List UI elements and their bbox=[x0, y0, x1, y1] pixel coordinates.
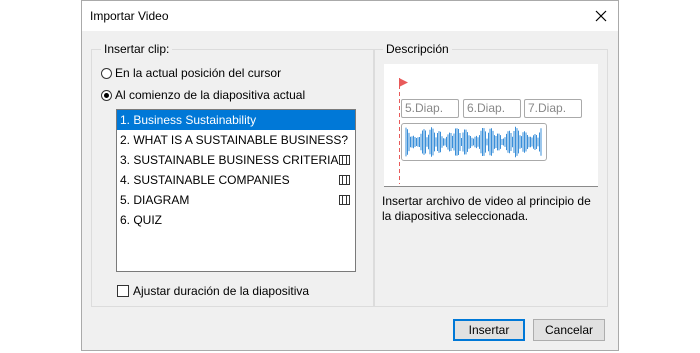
radio-button[interactable] bbox=[101, 89, 112, 101]
insert-button[interactable]: Insertar bbox=[453, 319, 525, 341]
slide-list-item[interactable]: 5. DIAGRAM bbox=[117, 190, 355, 210]
slide-list[interactable]: 1. Business Sustainability 2. WHAT IS A … bbox=[116, 109, 356, 272]
slide-list-item[interactable]: 1. Business Sustainability bbox=[117, 110, 355, 130]
dialog-title: Importar Video bbox=[90, 9, 169, 23]
slide-list-item-label: 3. SUSTAINABLE BUSINESS CRITERIA bbox=[120, 153, 339, 167]
radio-cursor-position[interactable]: En la actual posición del cursor bbox=[101, 66, 281, 80]
preview-slide: 5.Diap. bbox=[401, 99, 459, 118]
import-video-dialog: Importar Video Insertar clip: En la actu… bbox=[81, 0, 619, 351]
slide-list-item[interactable]: 4. SUSTAINABLE COMPANIES bbox=[117, 170, 355, 190]
slide-list-item-label: 4. SUSTAINABLE COMPANIES bbox=[120, 173, 290, 187]
video-clip-preview bbox=[401, 123, 547, 161]
slide-list-item-label: 2. WHAT IS A SUSTAINABLE BUSINESS? bbox=[120, 133, 349, 147]
preview-slide: 7.Diap. bbox=[524, 99, 582, 118]
slide-list-item[interactable]: 3. SUSTAINABLE BUSINESS CRITERIA bbox=[117, 150, 355, 170]
close-button[interactable] bbox=[584, 1, 618, 31]
waveform-icon bbox=[405, 126, 542, 158]
description-group-label: Descripción bbox=[383, 42, 452, 56]
slide-list-item-label: 6. QUIZ bbox=[120, 213, 163, 227]
slide-list-item[interactable]: 6. QUIZ bbox=[117, 210, 355, 230]
radio-slide-start-label: Al comienzo de la diapositiva actual bbox=[115, 88, 306, 102]
radio-button[interactable] bbox=[101, 67, 112, 79]
cancel-button[interactable]: Cancelar bbox=[533, 319, 605, 341]
video-icon bbox=[339, 155, 350, 165]
video-icon bbox=[339, 175, 350, 185]
radio-cursor-position-label: En la actual posición del cursor bbox=[115, 66, 282, 80]
adjust-duration-checkbox-row[interactable]: Ajustar duración de la diapositiva bbox=[117, 284, 309, 298]
slide-list-item-label: 5. DIAGRAM bbox=[120, 193, 190, 207]
close-icon bbox=[595, 10, 607, 22]
slide-list-item[interactable]: 2. WHAT IS A SUSTAINABLE BUSINESS? bbox=[117, 130, 355, 150]
adjust-duration-label: Ajustar duración de la diapositiva bbox=[133, 284, 310, 298]
slide-list-item-label: 1. Business Sustainability bbox=[120, 113, 257, 127]
description-text: Insertar archivo de video al principio d… bbox=[382, 194, 591, 223]
title-bar: Importar Video bbox=[82, 1, 618, 31]
radio-slide-start[interactable]: Al comienzo de la diapositiva actual bbox=[101, 88, 305, 102]
insertion-preview: 5.Diap. 6.Diap. 7.Diap. bbox=[384, 64, 598, 187]
insert-clip-group-label: Insertar clip: bbox=[101, 42, 173, 56]
adjust-duration-checkbox[interactable] bbox=[117, 285, 129, 297]
preview-slide: 6.Diap. bbox=[463, 99, 521, 118]
video-icon bbox=[339, 195, 350, 205]
